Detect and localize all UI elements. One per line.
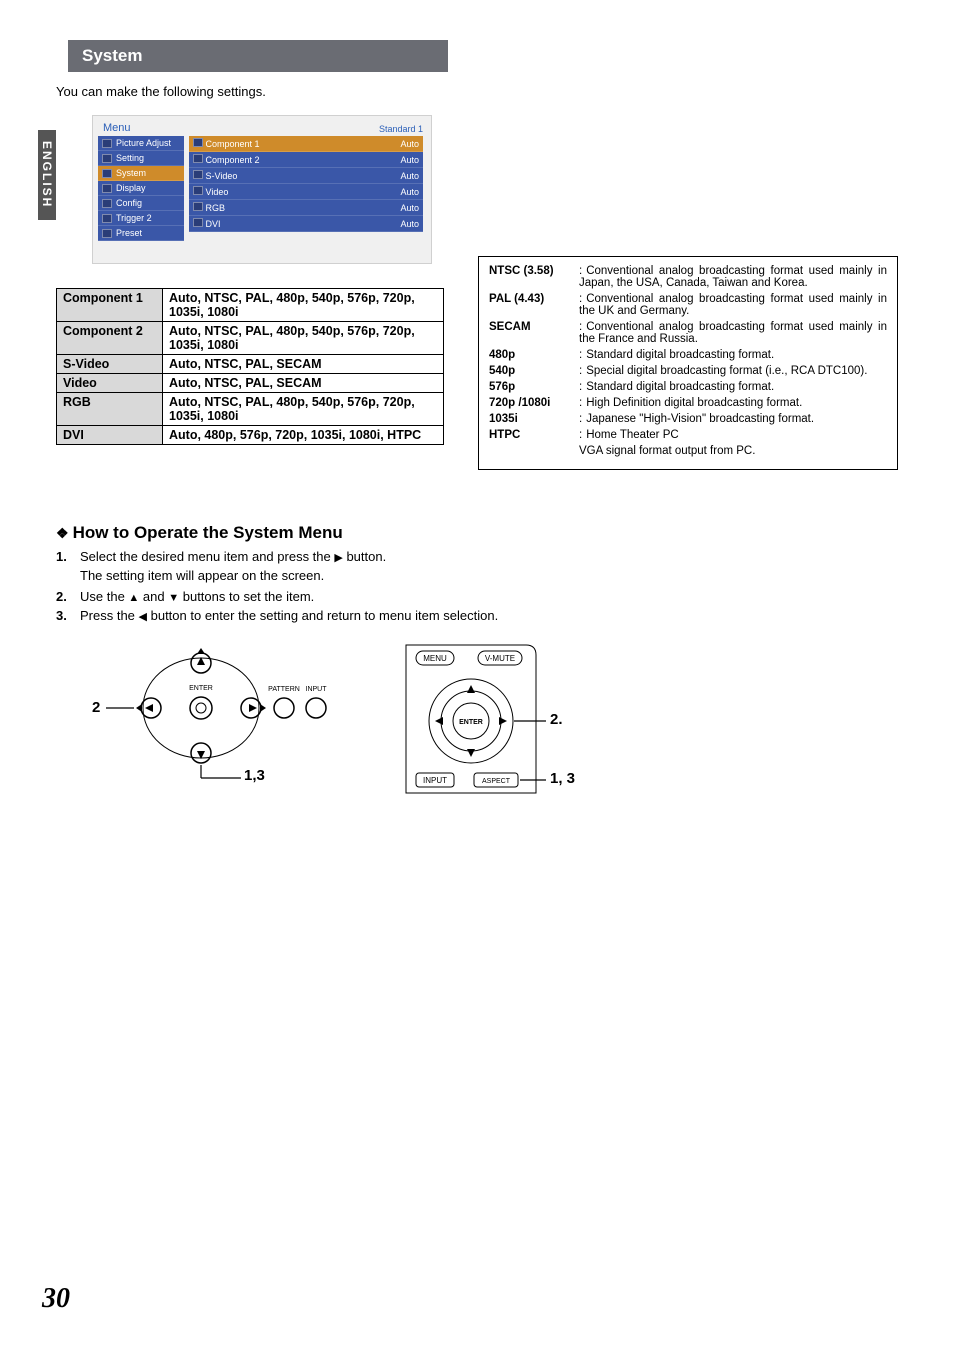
format-options: Auto, NTSC, PAL, SECAM	[163, 355, 444, 374]
menu-row: S-VideoAuto	[189, 168, 423, 184]
svg-text:MENU: MENU	[423, 654, 447, 663]
table-row: Component 2Auto, NTSC, PAL, 480p, 540p, …	[57, 322, 444, 355]
svg-text:PATTERN: PATTERN	[268, 686, 300, 693]
def-row: 480p:Standard digital broadcasting forma…	[489, 349, 887, 361]
def-row: 720p /1080i:High Definition digital broa…	[489, 397, 887, 409]
menu-row: VideoAuto	[189, 184, 423, 200]
menu-item: Trigger 2	[98, 211, 184, 226]
menu-item: Config	[98, 196, 184, 211]
format-name: RGB	[57, 393, 163, 426]
preset-label: Standard 1	[379, 124, 423, 134]
format-options: Auto, NTSC, PAL, 480p, 540p, 576p, 720p,…	[163, 393, 444, 426]
step-item: 3.Press the ◀ button to enter the settin…	[56, 608, 898, 623]
svg-text:ENTER: ENTER	[189, 685, 213, 692]
svg-text:INPUT: INPUT	[306, 686, 328, 693]
table-row: S-VideoAuto, NTSC, PAL, SECAM	[57, 355, 444, 374]
def-row: VGA signal format output from PC.	[489, 445, 887, 457]
menu-left-column: Picture Adjust Setting System Display Co…	[93, 136, 187, 241]
menu-row-selected: Component 1Auto	[189, 136, 423, 152]
def-row: HTPC:Home Theater PC	[489, 429, 887, 441]
menu-icon	[102, 169, 112, 178]
menu-icon	[102, 199, 112, 208]
format-name: S-Video	[57, 355, 163, 374]
table-row: Component 1Auto, NTSC, PAL, 480p, 540p, …	[57, 289, 444, 322]
input-icon	[193, 138, 203, 147]
input-icon	[193, 202, 203, 211]
language-tab: ENGLISH	[38, 130, 56, 220]
menu-item: Preset	[98, 226, 184, 241]
input-icon	[193, 154, 203, 163]
menu-preview: Standard 1 Menu Picture Adjust Setting S…	[92, 115, 432, 264]
def-row: PAL (4.43):Conventional analog broadcast…	[489, 293, 887, 317]
menu-right-column: Component 1Auto Component 2Auto S-VideoA…	[189, 136, 431, 241]
howto-heading: ❖How to Operate the System Menu	[56, 523, 898, 543]
format-name: DVI	[57, 426, 163, 445]
annotation-2: 2.	[550, 711, 563, 728]
def-row: NTSC (3.58):Conventional analog broadcas…	[489, 265, 887, 289]
format-options: Auto, NTSC, PAL, SECAM	[163, 374, 444, 393]
section-header: System	[68, 40, 448, 72]
format-name: Component 2	[57, 322, 163, 355]
table-row: RGBAuto, NTSC, PAL, 480p, 540p, 576p, 72…	[57, 393, 444, 426]
input-icon	[193, 186, 203, 195]
up-triangle-icon: ▲	[128, 592, 139, 604]
menu-row: RGBAuto	[189, 200, 423, 216]
table-row: DVIAuto, 480p, 576p, 720p, 1035i, 1080i,…	[57, 426, 444, 445]
annotation-1-3: 1, 3	[550, 770, 575, 787]
control-panel-diagram: ENTER PATTERN INPUT 2 1,3	[106, 643, 336, 783]
menu-row: Component 2Auto	[189, 152, 423, 168]
annotation-2: 2	[92, 699, 100, 716]
format-options: Auto, NTSC, PAL, 480p, 540p, 576p, 720p,…	[163, 289, 444, 322]
menu-icon	[102, 154, 112, 163]
svg-text:INPUT: INPUT	[423, 776, 447, 785]
menu-row: DVIAuto	[189, 216, 423, 232]
format-name: Video	[57, 374, 163, 393]
formats-table: Component 1Auto, NTSC, PAL, 480p, 540p, …	[56, 288, 444, 445]
svg-text:V-MUTE: V-MUTE	[485, 654, 515, 663]
format-options: Auto, 480p, 576p, 720p, 1035i, 1080i, HT…	[163, 426, 444, 445]
def-row: 540p:Special digital broadcasting format…	[489, 365, 887, 377]
format-options: Auto, NTSC, PAL, 480p, 540p, 576p, 720p,…	[163, 322, 444, 355]
format-name: Component 1	[57, 289, 163, 322]
menu-icon	[102, 214, 112, 223]
steps-list: 1.Select the desired menu item and press…	[56, 549, 898, 564]
format-definitions: NTSC (3.58):Conventional analog broadcas…	[478, 256, 898, 470]
page-number: 30	[42, 1283, 70, 1315]
input-icon	[193, 218, 203, 227]
step-subtext: The setting item will appear on the scre…	[80, 568, 898, 583]
step-item: 1.Select the desired menu item and press…	[56, 549, 898, 564]
diamond-icon: ❖	[56, 525, 69, 541]
annotation-1-3: 1,3	[244, 767, 265, 784]
remote-diagram: MENU V-MUTE ENTER INPUT ASPECT	[396, 643, 596, 803]
menu-item: Display	[98, 181, 184, 196]
menu-icon	[102, 229, 112, 238]
menu-icon	[102, 184, 112, 193]
menu-item: Setting	[98, 151, 184, 166]
input-icon	[193, 170, 203, 179]
left-triangle-icon: ◀	[139, 610, 147, 623]
svg-text:ASPECT: ASPECT	[482, 778, 511, 785]
menu-item-selected: System	[98, 166, 184, 181]
def-row: SECAM:Conventional analog broadcasting f…	[489, 321, 887, 345]
svg-text:ENTER: ENTER	[459, 719, 483, 726]
def-row: 576p:Standard digital broadcasting forma…	[489, 381, 887, 393]
def-row: 1035i:Japanese "High-Vision" broadcastin…	[489, 413, 887, 425]
intro-text: You can make the following settings.	[56, 84, 898, 99]
right-triangle-icon: ▶	[334, 551, 342, 564]
step-item: 2.Use the ▲ and ▼ buttons to set the ite…	[56, 589, 898, 604]
menu-icon	[102, 139, 112, 148]
steps-list: 2.Use the ▲ and ▼ buttons to set the ite…	[56, 589, 898, 623]
menu-item: Picture Adjust	[98, 136, 184, 151]
down-triangle-icon: ▼	[168, 592, 179, 604]
table-row: VideoAuto, NTSC, PAL, SECAM	[57, 374, 444, 393]
